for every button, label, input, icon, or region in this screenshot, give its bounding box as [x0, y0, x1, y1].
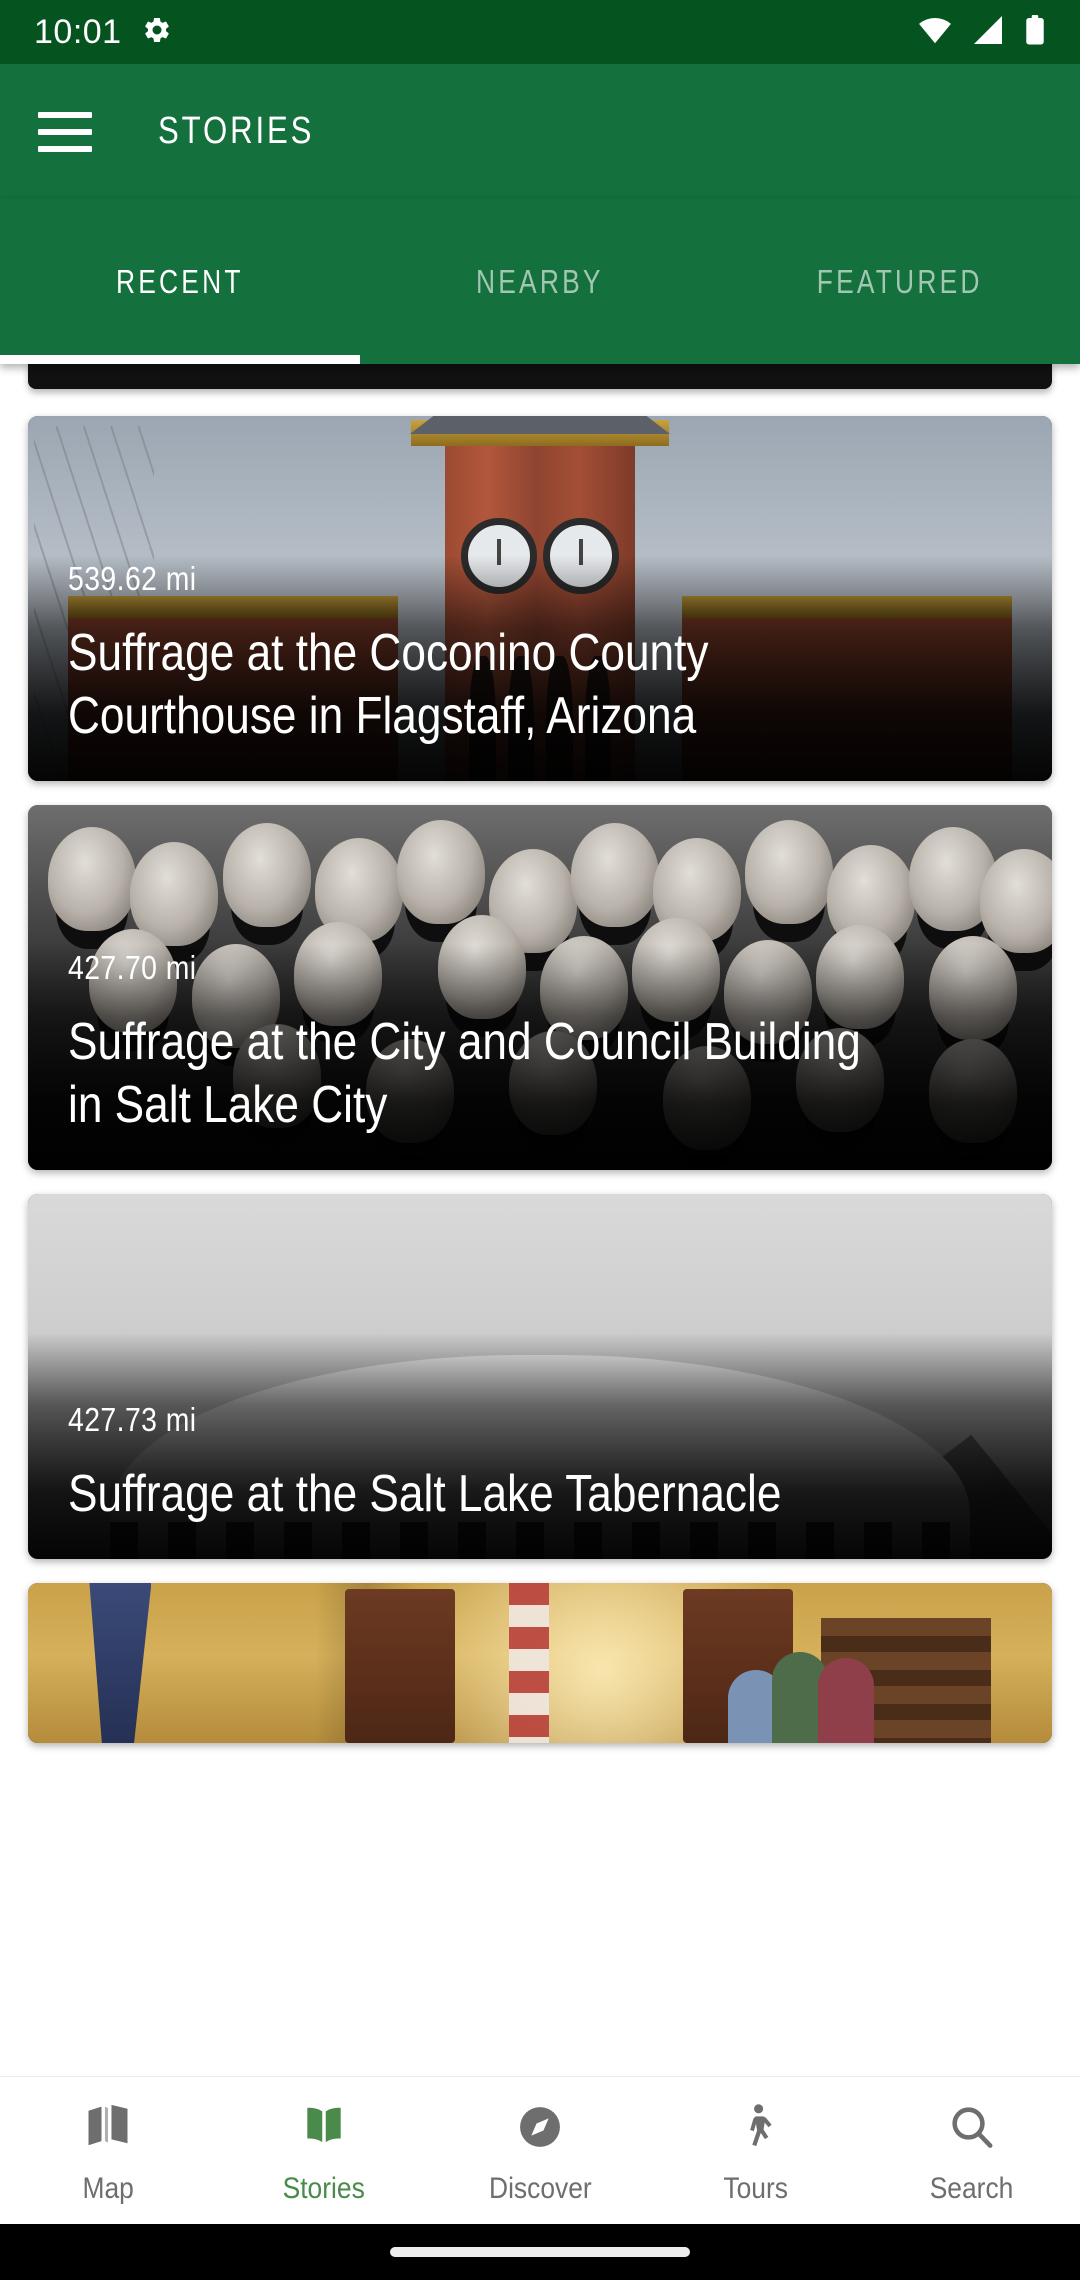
story-list[interactable]: 539.62 mi Suffrage at the Coconino Count… — [0, 364, 1080, 2076]
story-card-text: 427.73 mi Suffrage at the Salt Lake Tabe… — [68, 1401, 1012, 1525]
gesture-pill[interactable] — [390, 2247, 690, 2257]
battery-icon — [1024, 14, 1046, 50]
status-bar-left: 10:01 — [34, 13, 172, 52]
story-card-partial-bottom[interactable] — [28, 1583, 1052, 1743]
nav-item-tours[interactable]: Tours — [648, 2077, 864, 2224]
tab-recent-label: RECENT — [116, 262, 244, 300]
nav-label-tours: Tours — [723, 2171, 789, 2205]
story-distance: 427.73 mi — [68, 1400, 197, 1438]
story-card-text: 427.70 mi Suffrage at the City and Counc… — [68, 949, 1012, 1136]
story-image — [28, 1583, 1052, 1743]
bottom-navigation-bar: Map Stories Discover Tours Search — [0, 2076, 1080, 2224]
page-title: STORIES — [158, 110, 315, 152]
gear-icon — [142, 15, 172, 50]
app-screen: 10:01 STORIES RECENT NEARBY FEATURED 539… — [0, 0, 1080, 2280]
nav-item-discover[interactable]: Discover — [432, 2077, 648, 2224]
walking-person-icon — [730, 2096, 782, 2158]
story-card[interactable]: 427.73 mi Suffrage at the Salt Lake Tabe… — [28, 1194, 1052, 1559]
story-card-text: 539.62 mi Suffrage at the Coconino Count… — [68, 560, 1012, 747]
tab-recent[interactable]: RECENT — [0, 199, 360, 364]
system-gesture-bar — [0, 2224, 1080, 2280]
nav-label-search: Search — [930, 2171, 1014, 2205]
story-card[interactable]: 427.70 mi Suffrage at the City and Counc… — [28, 805, 1052, 1170]
tab-bar: RECENT NEARBY FEATURED — [0, 199, 1080, 364]
folded-map-icon — [82, 2096, 134, 2158]
tab-featured[interactable]: FEATURED — [720, 199, 1080, 364]
status-bar-right — [918, 14, 1046, 50]
cellular-signal-icon — [972, 15, 1004, 49]
story-card[interactable]: 539.62 mi Suffrage at the Coconino Count… — [28, 416, 1052, 781]
story-title: Suffrage at the City and Council Buildin… — [68, 1013, 861, 1134]
story-distance: 539.62 mi — [68, 560, 197, 598]
story-card-partial-top[interactable] — [28, 364, 1052, 389]
nav-item-stories[interactable]: Stories — [216, 2077, 432, 2224]
tab-nearby[interactable]: NEARBY — [360, 199, 720, 364]
status-clock: 10:01 — [34, 12, 122, 51]
magnifier-icon — [946, 2096, 998, 2158]
compass-icon — [514, 2096, 566, 2158]
nav-label-stories: Stories — [282, 2171, 366, 2205]
nav-label-map: Map — [82, 2171, 134, 2205]
nav-item-search[interactable]: Search — [864, 2077, 1080, 2224]
status-bar: 10:01 — [0, 0, 1080, 64]
tab-nearby-label: NEARBY — [476, 262, 604, 300]
tab-featured-label: FEATURED — [817, 262, 983, 300]
hamburger-menu-icon[interactable] — [38, 111, 92, 152]
story-title: Suffrage at the Coconino County Courthou… — [68, 624, 709, 745]
wifi-icon — [918, 16, 952, 49]
nav-item-map[interactable]: Map — [0, 2077, 216, 2224]
app-bar: STORIES — [0, 64, 1080, 199]
nav-label-discover: Discover — [488, 2171, 592, 2205]
open-book-icon — [298, 2096, 350, 2158]
story-title: Suffrage at the Salt Lake Tabernacle — [68, 1464, 782, 1523]
story-distance: 427.70 mi — [68, 949, 197, 987]
